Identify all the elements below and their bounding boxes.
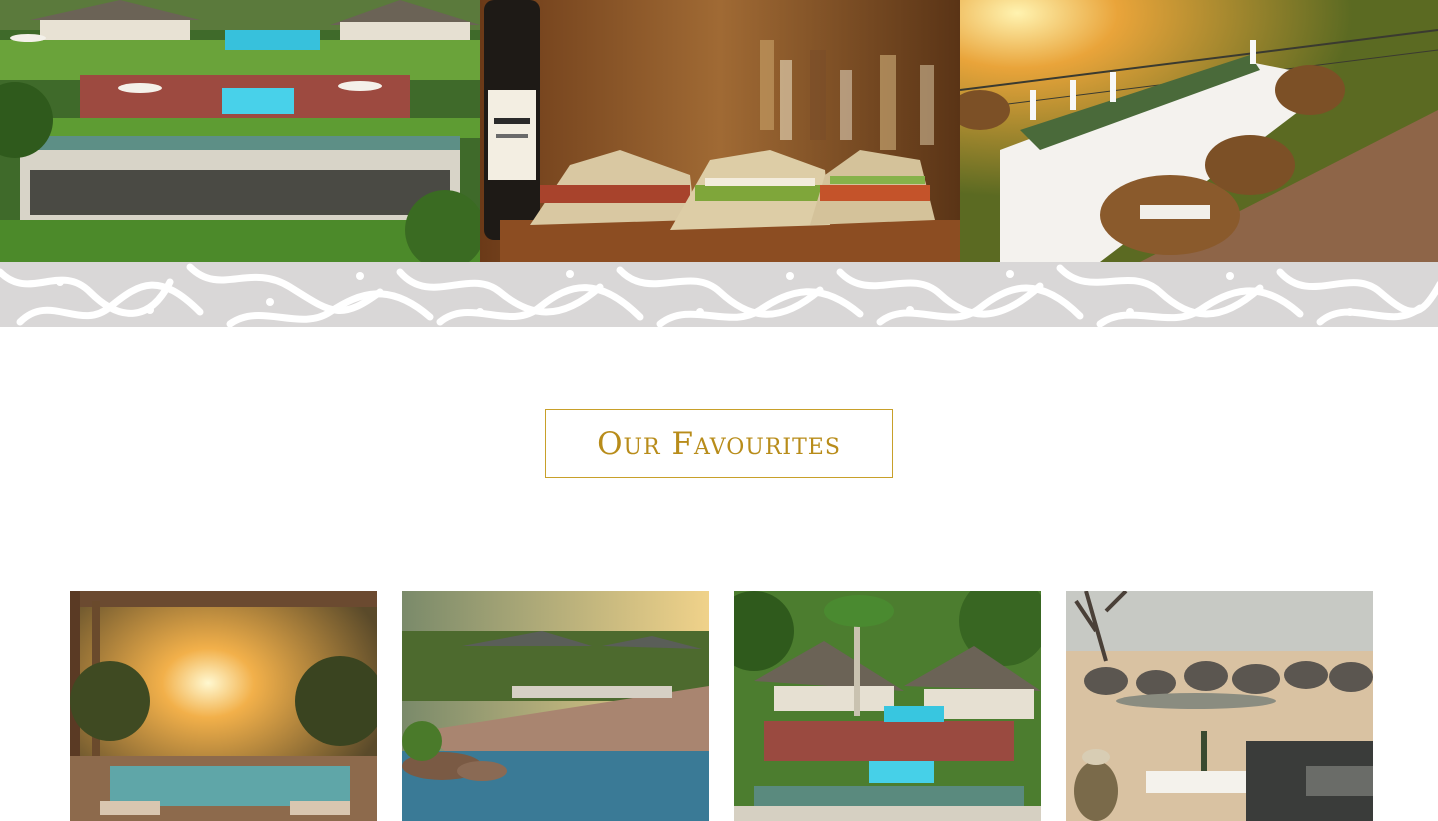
decorative-pattern-band — [0, 262, 1438, 327]
favourites-heading-box: Our Favourites — [545, 409, 893, 478]
favourite-card-elephant-safari[interactable] — [1066, 591, 1373, 821]
favourites-heading: Our Favourites — [597, 425, 841, 462]
hero-photo-strip — [0, 0, 1438, 262]
favourite-card-pool-lounge[interactable] — [402, 591, 709, 821]
page: Our Favourites — [0, 0, 1438, 821]
favourite-card-sunset-deck[interactable] — [70, 591, 377, 821]
favourites-cards — [70, 591, 1373, 821]
hero-photo-lodge[interactable] — [0, 0, 480, 262]
favourite-card-lodge-gardens[interactable] — [734, 591, 1041, 821]
hero-photo-food[interactable] — [480, 0, 960, 262]
hero-photo-dining[interactable] — [960, 0, 1438, 262]
